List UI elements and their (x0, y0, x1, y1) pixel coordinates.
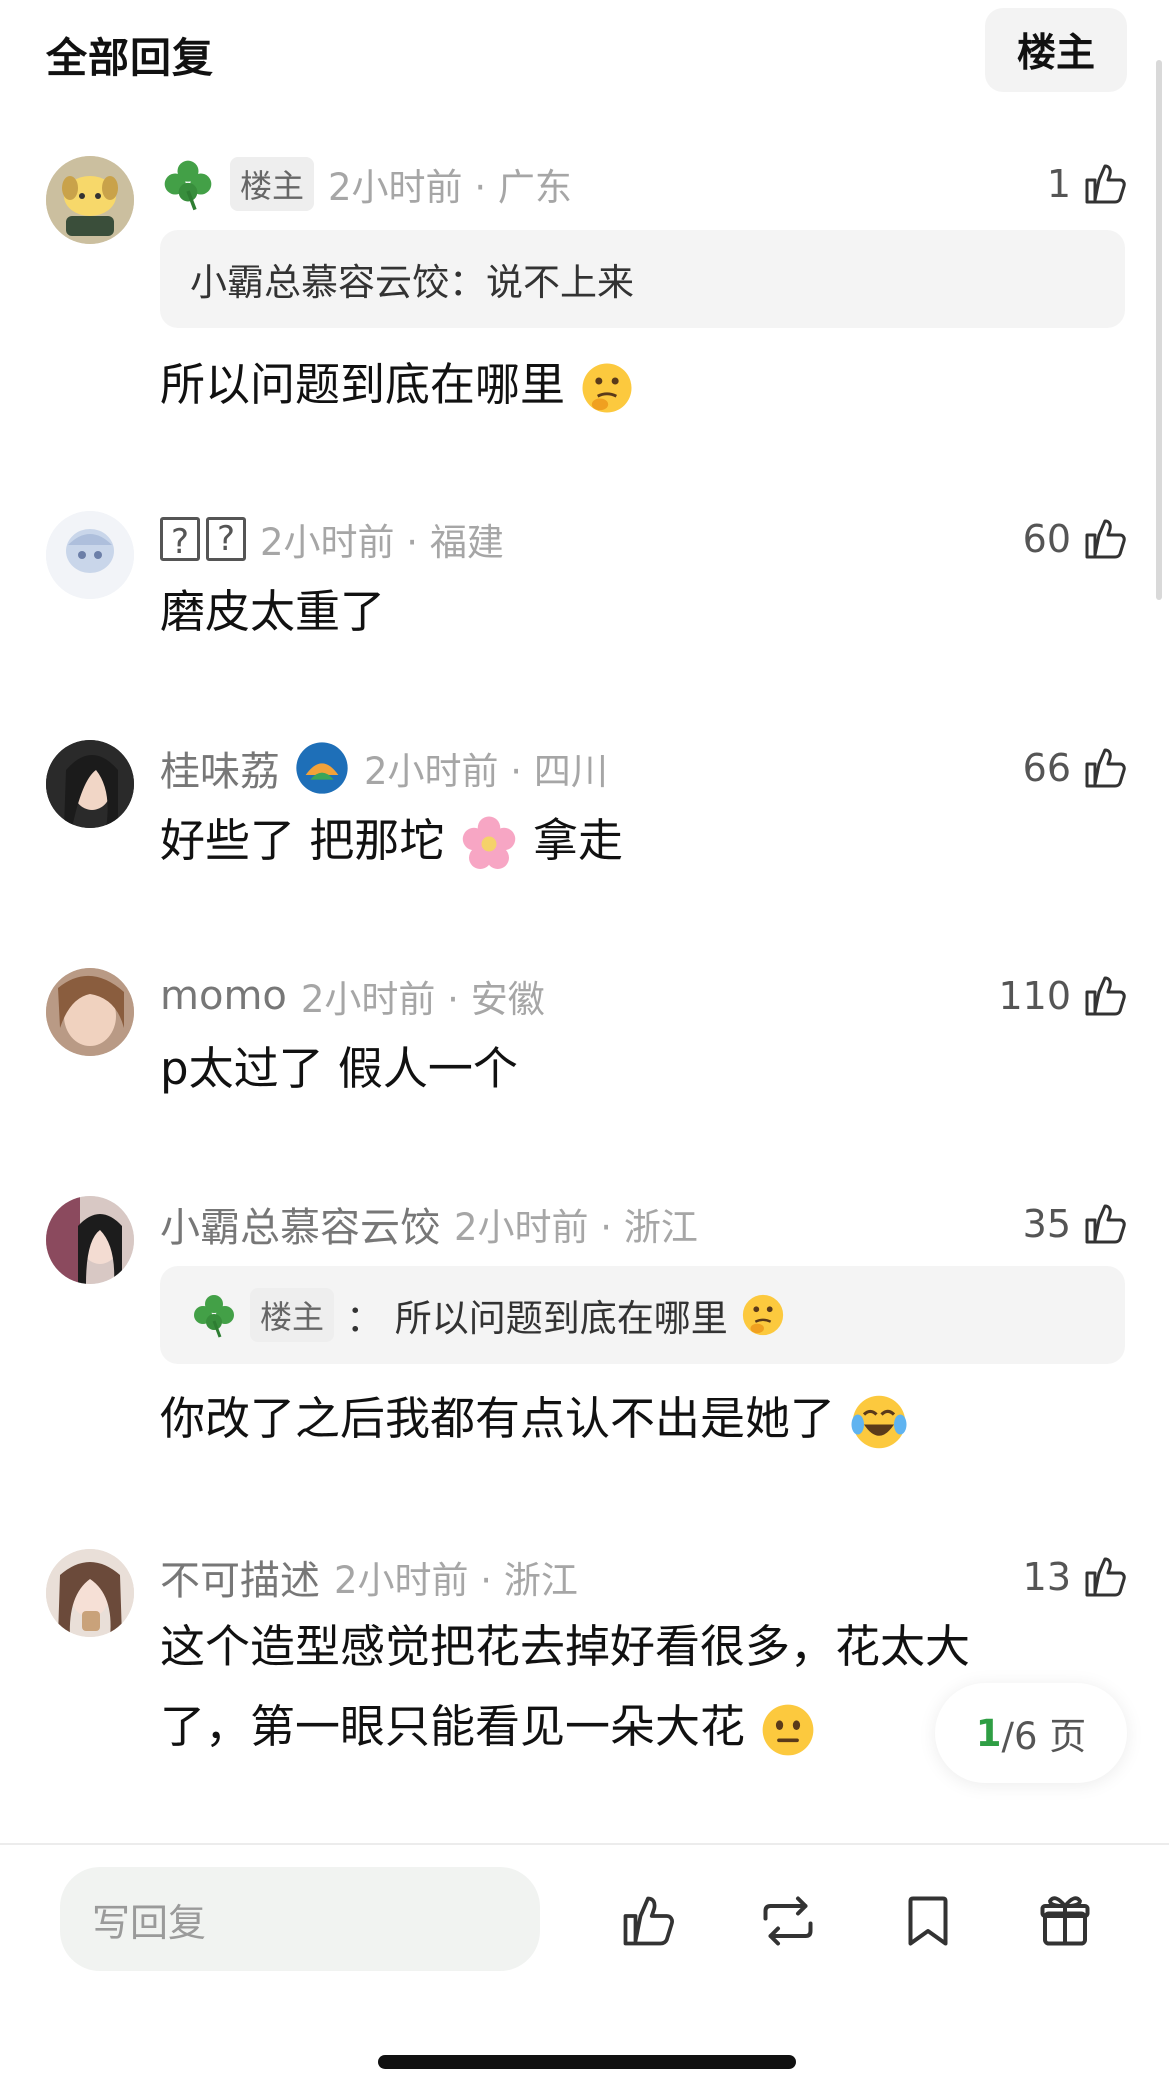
clover-icon (190, 1291, 238, 1339)
bookmark-icon[interactable] (898, 1891, 958, 1951)
repost-icon[interactable] (755, 1891, 821, 1951)
comment-meta: 桂味荔 2小时前 · 四川 (160, 738, 608, 798)
thumbs-up-icon (1081, 972, 1129, 1020)
current-page: 1 (975, 1711, 1002, 1755)
avatar[interactable] (46, 1549, 134, 1637)
like-button[interactable]: 13 (1023, 1547, 1129, 1607)
comment-meta: momo 2小时前 · 安徽 (160, 966, 545, 1026)
like-count: 1 (1046, 162, 1071, 206)
comment-text-line: 这个造型感觉把花去掉好看很多，花太大 (160, 1620, 971, 1673)
op-badge: 楼主 (230, 157, 315, 211)
username[interactable]: 不可描述 (160, 1548, 320, 1606)
time-location: 2小时前 · 浙江 (454, 1206, 698, 1249)
avatar[interactable] (46, 968, 134, 1056)
time-location: 2小时前 · 安徽 (300, 978, 545, 1021)
like-count: 66 (1022, 746, 1071, 790)
thumbs-up-icon (1081, 1200, 1129, 1248)
username[interactable]: 桂味荔 (160, 739, 280, 797)
like-count: 13 (1022, 1555, 1071, 1599)
like-button[interactable]: 1 (1047, 154, 1129, 214)
comment-text-content: 所以问题到底在哪里 (160, 358, 566, 411)
like-count: 110 (998, 974, 1071, 1018)
comment-meta: ? ? 2小时前 · 福建 (160, 509, 504, 569)
missing-glyph-icon: ? (206, 517, 246, 561)
like-button[interactable]: 35 (1023, 1194, 1129, 1254)
comment-text: 好些了 把那坨 拿走 (160, 798, 1060, 884)
reply-input[interactable]: 写回复 (60, 1867, 540, 1971)
neutral-face-emoji (762, 1704, 814, 1756)
like-button[interactable]: 66 (1023, 738, 1129, 798)
thinking-face-emoji (742, 1294, 783, 1336)
op-badge: 楼主 (250, 1288, 335, 1342)
thumbs-up-icon (1081, 1553, 1129, 1601)
quoted-reply[interactable]: 小霸总慕容云饺：说不上来 (160, 230, 1125, 328)
comment-text-part: 拿走 (532, 814, 623, 867)
avatar[interactable] (46, 156, 134, 244)
comment-text: 你改了之后我都有点认不出是她了 (160, 1376, 1060, 1462)
like-count: 35 (1022, 1202, 1071, 1246)
op-only-filter-button[interactable]: 楼主 (985, 8, 1127, 92)
total-pages: /6 页 (1001, 1715, 1087, 1758)
like-button[interactable]: 60 (1023, 509, 1129, 569)
comment-text-line: 了，第一眼只能看见一朵大花 (160, 1687, 1060, 1767)
scrollbar[interactable] (1156, 60, 1162, 600)
comment-text-content: 你改了之后我都有点认不出是她了 (160, 1392, 836, 1445)
missing-glyph-icon: ? (160, 517, 200, 562)
fan-badge-icon (296, 742, 348, 794)
thumbs-up-icon[interactable] (618, 1891, 678, 1951)
comment-text: 磨皮太重了 (160, 585, 386, 638)
thumbs-up-icon (1081, 515, 1129, 563)
avatar[interactable] (46, 740, 134, 828)
comment-text-part: 好些了 把那坨 (160, 814, 445, 867)
comment-meta: 小霸总慕容云饺 2小时前 · 浙江 (160, 1194, 698, 1254)
quote-text: 小霸总慕容云饺：说不上来 (190, 261, 634, 304)
avatar[interactable] (46, 511, 134, 599)
thinking-face-emoji (582, 363, 632, 413)
comment-meta: 楼主 2小时前 · 广东 (160, 154, 572, 214)
header: 全部回复 楼主 (0, 0, 1169, 110)
username[interactable]: 小霸总慕容云饺 (160, 1195, 440, 1253)
thumbs-up-icon (1081, 160, 1129, 208)
time-location: 2小时前 · 广东 (328, 166, 572, 209)
comment-meta: 不可描述 2小时前 · 浙江 (160, 1547, 578, 1607)
tears-of-joy-emoji (851, 1395, 907, 1449)
home-indicator[interactable] (378, 2055, 796, 2069)
bottom-action-bar: 写回复 (0, 1843, 1169, 2077)
time-location: 2小时前 · 福建 (260, 521, 504, 564)
quote-text: ： 所以问题到底在哪里 (346, 1297, 728, 1340)
clover-icon (160, 156, 216, 212)
time-location: 2小时前 · 四川 (364, 750, 608, 793)
comment-text: p太过了 假人一个 (160, 1042, 518, 1095)
quoted-reply[interactable]: 楼主 ： 所以问题到底在哪里 (160, 1266, 1125, 1364)
thumbs-up-icon (1081, 744, 1129, 792)
cherry-blossom-emoji (462, 816, 515, 869)
comment-text: 所以问题到底在哪里 (160, 342, 1060, 428)
comment-text: 这个造型感觉把花去掉好看很多，花太大 了，第一眼只能看见一朵大花 (160, 1607, 1060, 1767)
comment-text-content: 了，第一眼只能看见一朵大花 (160, 1700, 746, 1753)
username[interactable]: momo (160, 973, 287, 1019)
username[interactable]: ? ? (160, 517, 246, 562)
page-title: 全部回复 (46, 34, 214, 82)
gift-icon[interactable] (1035, 1891, 1095, 1951)
like-count: 60 (1022, 517, 1071, 561)
like-button[interactable]: 110 (998, 966, 1129, 1026)
time-location: 2小时前 · 浙江 (334, 1559, 578, 1602)
avatar[interactable] (46, 1196, 134, 1284)
page-indicator-button[interactable]: 1 /6 页 (935, 1683, 1127, 1783)
